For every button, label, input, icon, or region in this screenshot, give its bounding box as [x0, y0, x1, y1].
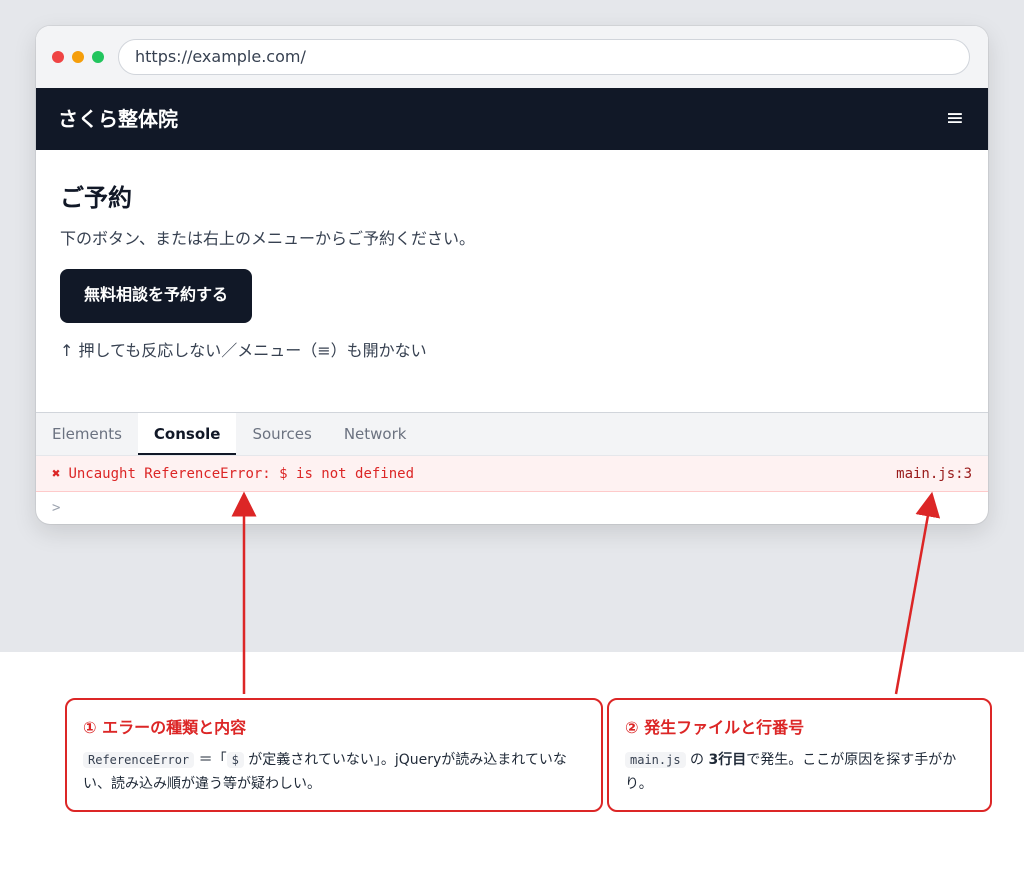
- page-content: ご予約 下のボタン、または右上のメニューからご予約ください。 無料相談を予約する…: [36, 150, 988, 412]
- code-snippet: main.js: [625, 752, 686, 768]
- tab-network[interactable]: Network: [328, 413, 423, 455]
- error-icon: ✖: [52, 466, 61, 482]
- site-navbar: さくら整体院 ≡: [36, 88, 988, 150]
- page-description: 下のボタン、または右上のメニューからご予約ください。: [60, 229, 476, 248]
- error-message: Uncaught ReferenceError: $ is not define…: [68, 466, 415, 482]
- maximize-window-button[interactable]: [92, 51, 104, 63]
- callout-error-type: ① エラーの種類と内容 ReferenceError ＝「 $ が定義されていない…: [65, 698, 603, 812]
- callout-file-line: ② 発生ファイルと行番号 main.js の 3行目で発生。ここが原因を探す手が…: [607, 698, 992, 812]
- callout-title: ① エラーの種類と内容: [83, 718, 247, 737]
- browser-window: https://example.com/ さくら整体院 ≡ ご予約 下のボタン、…: [36, 26, 988, 524]
- hamburger-menu-icon[interactable]: ≡: [944, 108, 966, 130]
- callout-text: ＝「: [194, 752, 227, 768]
- devtools-tab-bar: Elements Console Sources Network: [36, 412, 988, 456]
- tab-elements[interactable]: Elements: [36, 413, 138, 455]
- issue-note: ↑ 押しても反応しない／メニュー（≡）も開かない: [60, 341, 427, 360]
- callout-body: main.js の 3行目で発生。ここが原因を探す手がかり。: [625, 748, 974, 796]
- callout-body: ReferenceError ＝「 $ が定義されていない」。jQueryが読み込…: [83, 748, 585, 796]
- callout-text: の: [685, 752, 709, 768]
- error-source-link[interactable]: main.js:3: [896, 456, 972, 492]
- tab-sources[interactable]: Sources: [236, 413, 327, 455]
- book-consultation-button[interactable]: 無料相談を予約する: [60, 269, 253, 323]
- page-title: ご予約: [60, 184, 132, 212]
- code-snippet: $: [226, 752, 244, 768]
- console-error-row: ✖ Uncaught ReferenceError: $ is not defin…: [36, 456, 988, 492]
- browser-toolbar: https://example.com/: [36, 26, 988, 88]
- code-snippet: ReferenceError: [83, 752, 195, 768]
- tab-console[interactable]: Console: [137, 413, 237, 455]
- minimize-window-button[interactable]: [72, 51, 84, 63]
- address-bar[interactable]: https://example.com/: [118, 39, 970, 75]
- site-brand[interactable]: さくら整体院: [58, 88, 178, 150]
- callout-emphasis: 3行目: [708, 752, 747, 768]
- callout-title: ② 発生ファイルと行番号: [625, 718, 805, 737]
- console-prompt[interactable]: >: [36, 492, 988, 524]
- close-window-button[interactable]: [52, 51, 64, 63]
